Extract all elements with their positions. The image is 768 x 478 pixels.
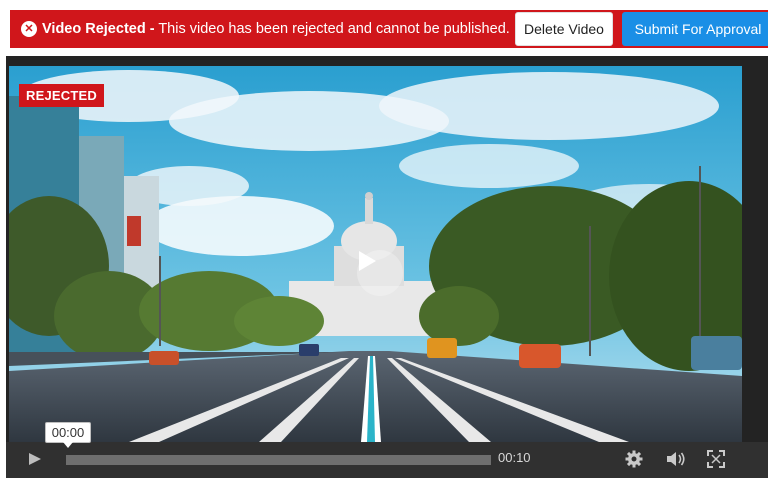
- settings-gear-icon: [625, 450, 643, 468]
- submit-for-approval-button[interactable]: Submit For Approval: [622, 12, 768, 46]
- play-overlay-icon: [359, 251, 376, 271]
- play-button[interactable]: [28, 452, 42, 471]
- progress-bar[interactable]: [66, 455, 491, 465]
- rejection-detail: This video has been rejected and cannot …: [154, 21, 510, 37]
- rejection-title: Video Rejected -: [42, 21, 155, 37]
- duration-label: 00:10: [498, 450, 531, 465]
- video-player[interactable]: REJECTED 00:10 00:00: [6, 56, 768, 478]
- tooltip-tail: [63, 442, 73, 448]
- player-controls: 00:10: [6, 442, 768, 478]
- play-overlay-button[interactable]: [357, 250, 403, 296]
- play-icon: [29, 453, 41, 465]
- rejection-message: Video Rejected - This video has been rej…: [42, 21, 510, 37]
- close-circle-icon: ✕: [21, 21, 37, 37]
- fullscreen-icon: [707, 450, 725, 468]
- video-frame[interactable]: REJECTED: [9, 66, 742, 442]
- rejected-badge: REJECTED: [19, 84, 104, 107]
- current-time-tooltip: 00:00: [45, 422, 91, 443]
- volume-icon: [667, 452, 685, 466]
- rejection-banner: ✕ Video Rejected - This video has been r…: [10, 10, 768, 48]
- delete-video-button[interactable]: Delete Video: [515, 12, 613, 46]
- fullscreen-button[interactable]: [707, 450, 725, 473]
- volume-button[interactable]: [666, 451, 686, 472]
- settings-button[interactable]: [625, 450, 643, 473]
